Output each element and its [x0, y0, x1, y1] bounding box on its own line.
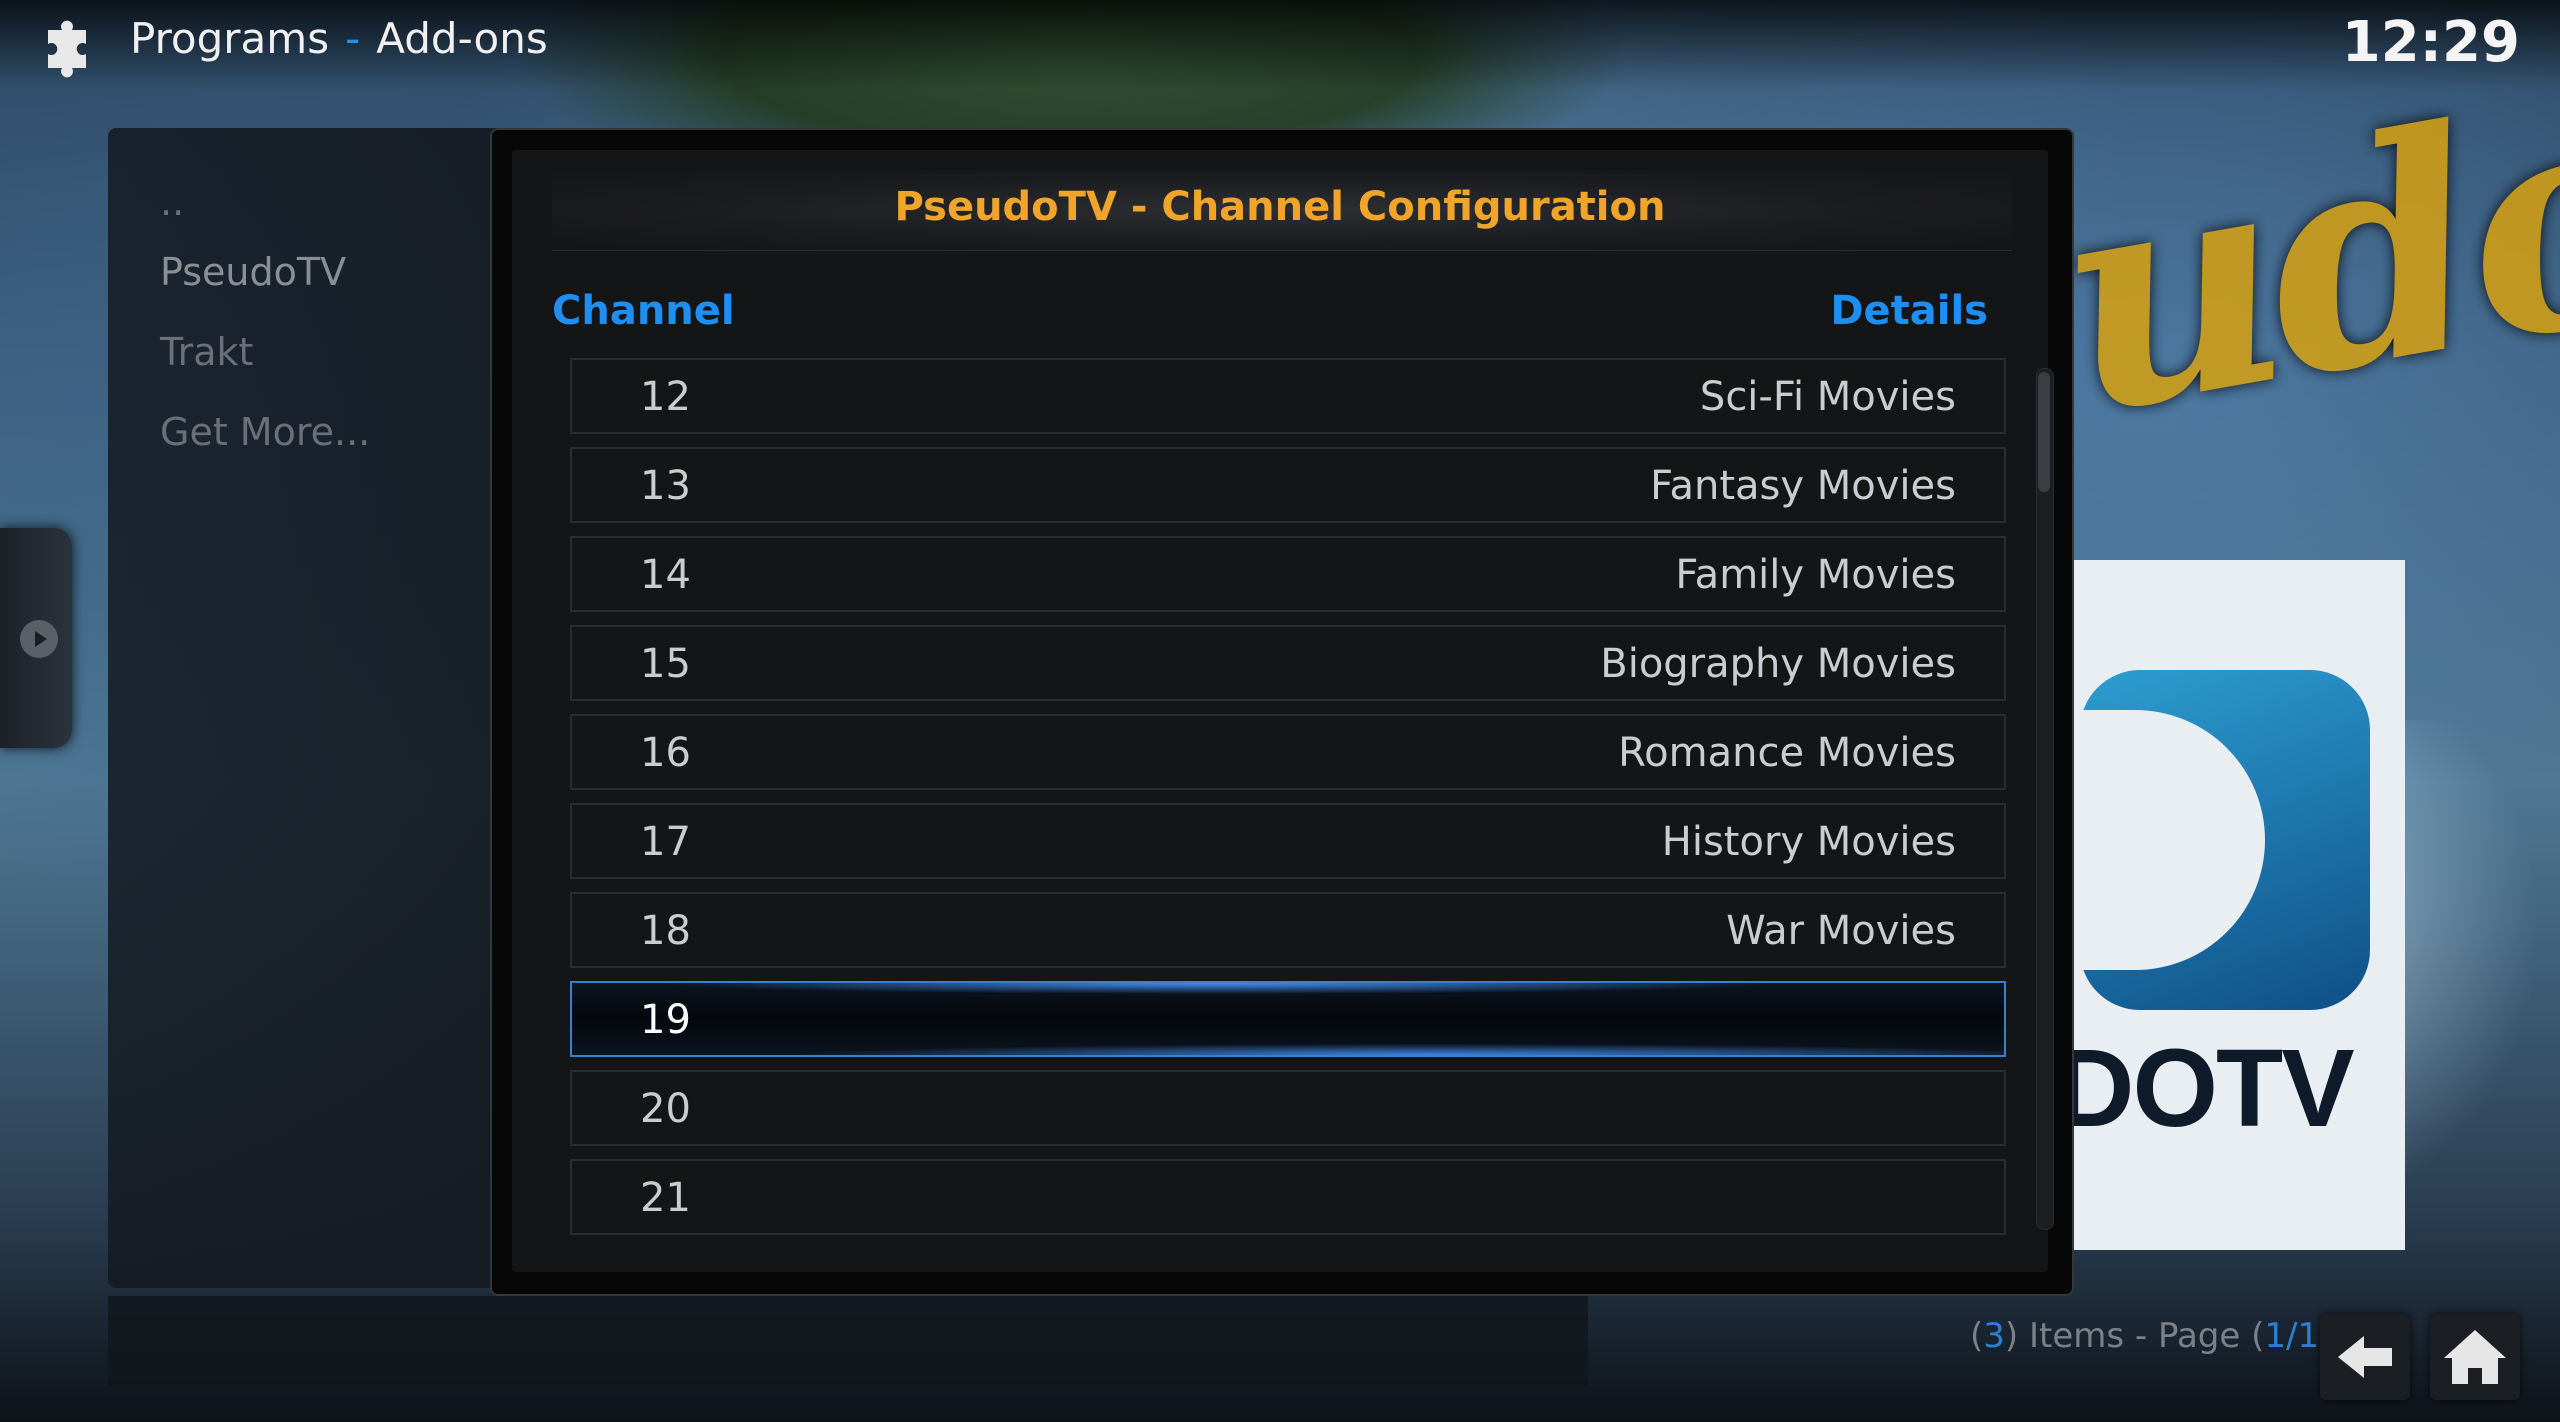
- channel-number: 21: [640, 1175, 691, 1221]
- back-arrow-icon: [2338, 1336, 2392, 1378]
- home-icon: [2444, 1330, 2506, 1384]
- channel-row[interactable]: 16 Romance Movies: [570, 714, 2006, 790]
- items-page-label: ) Items - Page (: [2004, 1316, 2265, 1356]
- sidebar-item-pseudotv[interactable]: PseudoTV: [160, 250, 346, 294]
- channel-details: Family Movies: [1675, 552, 1956, 598]
- puzzle-piece-icon: [48, 20, 86, 78]
- channel-row[interactable]: 12 Sci-Fi Movies: [570, 358, 2006, 434]
- channel-number: 15: [640, 641, 691, 687]
- channel-row[interactable]: 15 Biography Movies: [570, 625, 2006, 701]
- dialog-title: PseudoTV - Channel Configuration: [894, 184, 1666, 230]
- channel-number: 18: [640, 908, 691, 954]
- channel-number: 17: [640, 819, 691, 865]
- sidebar-item-parent[interactable]: ..: [160, 180, 184, 224]
- background-logo-art: udo: [2033, 30, 2560, 483]
- channel-number: 13: [640, 463, 691, 509]
- channel-details: Biography Movies: [1600, 641, 1956, 687]
- breadcrumb-section: Programs: [130, 14, 330, 63]
- channel-row[interactable]: 14 Family Movies: [570, 536, 2006, 612]
- channel-row[interactable]: 20: [570, 1070, 2006, 1146]
- channel-row[interactable]: 13 Fantasy Movies: [570, 447, 2006, 523]
- channel-details: History Movies: [1661, 819, 1956, 865]
- channel-details: War Movies: [1726, 908, 1956, 954]
- channel-row[interactable]: 18 War Movies: [570, 892, 2006, 968]
- channel-number: 19: [640, 997, 691, 1043]
- channel-number: 14: [640, 552, 691, 598]
- breadcrumb: Programs - Add-ons: [130, 14, 548, 63]
- breadcrumb-subsection: Add-ons: [376, 14, 548, 63]
- sidebar-item-trakt[interactable]: Trakt: [160, 330, 253, 374]
- channel-row-focused[interactable]: 19: [570, 981, 2006, 1057]
- channel-details: Romance Movies: [1618, 730, 1956, 776]
- sidebar-item-get-more[interactable]: Get More...: [160, 410, 370, 454]
- channel-row[interactable]: 21: [570, 1159, 2006, 1235]
- footer-bar: [108, 1296, 1588, 1386]
- items-open-paren: (: [1970, 1316, 1984, 1356]
- breadcrumb-separator: -: [345, 14, 361, 63]
- home-button[interactable]: [2430, 1314, 2520, 1400]
- channel-details: Fantasy Movies: [1650, 463, 1956, 509]
- item-count: 3: [1983, 1316, 2005, 1356]
- channel-config-dialog: PseudoTV - Channel Configuration Channel…: [490, 128, 2074, 1296]
- clock: 12:29: [2341, 10, 2520, 75]
- page-indicator: 1/1: [2264, 1316, 2320, 1356]
- channel-number: 12: [640, 374, 691, 420]
- scrollbar-thumb[interactable]: [2038, 372, 2050, 492]
- back-button[interactable]: [2320, 1314, 2410, 1400]
- list-scrollbar[interactable]: [2036, 368, 2054, 1230]
- items-page-info: (3) Items - Page (1/1): [1970, 1316, 2332, 1356]
- chevron-right-icon[interactable]: [20, 620, 58, 658]
- channel-row[interactable]: 17 History Movies: [570, 803, 2006, 879]
- channel-details: Sci-Fi Movies: [1699, 374, 1956, 420]
- dialog-body: PseudoTV - Channel Configuration Channel…: [512, 150, 2054, 1272]
- poster-logo-text: DOTV: [2055, 1027, 2355, 1150]
- addon-list-panel: [108, 128, 528, 1288]
- channel-number: 20: [640, 1086, 691, 1132]
- column-header-details: Details: [1830, 288, 1988, 334]
- channel-number: 16: [640, 730, 691, 776]
- column-header-channel: Channel: [552, 288, 735, 334]
